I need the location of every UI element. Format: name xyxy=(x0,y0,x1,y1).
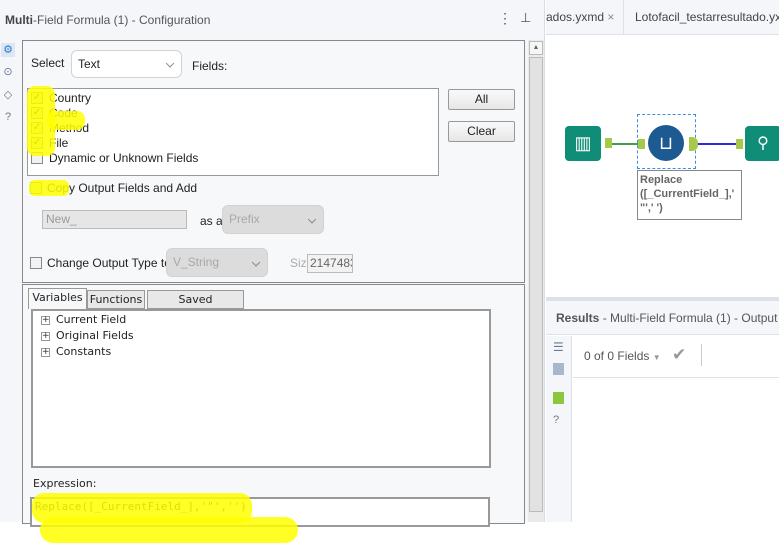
tree-item[interactable]: + Current Field xyxy=(41,313,126,326)
multi-field-formula-tool-icon[interactable]: ⊔ xyxy=(648,125,684,161)
connection xyxy=(698,143,736,145)
prefix-suffix-dropdown[interactable]: Prefix xyxy=(222,205,324,234)
expand-icon[interactable]: + xyxy=(41,347,50,357)
kebab-icon[interactable]: ⋮ xyxy=(498,10,512,27)
input-data-tool-icon[interactable]: ▥ xyxy=(565,126,601,161)
panel-title: Multi-Field Formula (1) - Configuration xyxy=(5,13,211,27)
select-label: Select xyxy=(31,56,65,70)
results-header: Results - Multi-Field Formula (1) - Outp… xyxy=(546,301,779,335)
browse-tool-icon[interactable]: ⚲ xyxy=(745,126,779,161)
size-input[interactable]: 2147483 xyxy=(307,254,353,273)
all-button[interactable]: All xyxy=(448,89,515,110)
scrollbar[interactable]: ▲ xyxy=(528,40,544,522)
input-anchor[interactable] xyxy=(638,139,645,149)
gear-icon[interactable]: ⚙ xyxy=(1,43,15,57)
help-icon[interactable]: ? xyxy=(553,414,559,426)
pin-icon[interactable]: ⊥ xyxy=(520,10,531,26)
select-type-dropdown[interactable]: Text xyxy=(71,50,182,78)
type-dropdown[interactable]: V_String xyxy=(166,248,268,277)
tab-variables[interactable]: Variables xyxy=(28,288,87,309)
expand-icon[interactable]: + xyxy=(41,331,50,341)
checkbox[interactable]: ✓ xyxy=(31,122,43,134)
copy-output-checkbox[interactable] xyxy=(30,182,42,194)
check-icon[interactable]: ✔ xyxy=(672,345,686,365)
results-title: Results - Multi-Field Formula (1) - Outp… xyxy=(556,311,778,325)
checkbox[interactable]: ✓ xyxy=(31,92,43,104)
output-anchor[interactable] xyxy=(689,137,698,151)
change-type-checkbox[interactable] xyxy=(30,257,42,269)
arrow-circle-icon[interactable]: ⊙ xyxy=(1,65,15,79)
tag-icon[interactable]: ◇ xyxy=(1,88,15,102)
output-anchor[interactable] xyxy=(605,138,612,148)
close-icon[interactable]: × xyxy=(607,10,614,24)
scroll-thumb[interactable] xyxy=(529,57,543,512)
tab-saved-expressions[interactable]: Saved Expressions xyxy=(147,290,244,324)
checkbox[interactable]: ✓ xyxy=(31,137,43,149)
tree-item[interactable]: + Original Fields xyxy=(41,329,134,342)
checkbox[interactable] xyxy=(31,152,43,164)
expression-editor[interactable]: Replace([_CurrentField_],'"','') xyxy=(30,497,490,527)
input-anchor[interactable] xyxy=(736,139,743,149)
expression-label: Expression: xyxy=(33,477,97,490)
prefix-input[interactable]: New_ xyxy=(42,210,187,229)
workflow-area: ados.yxmd × Lotofacil_testarresultado.yx… xyxy=(546,0,779,522)
tool-annotation: Replace ([_CurrentField_],' "',' ') xyxy=(637,170,742,220)
fields-list: ✓ Country ✓ Code ✓ Method ✓ File Dynamic or … xyxy=(27,88,439,176)
as-a-label: as a xyxy=(200,214,223,228)
fields-selector[interactable]: 0 of 0 Fields ▼ xyxy=(584,349,661,363)
tab-functions[interactable]: Functions xyxy=(87,290,145,309)
copy-output-label: Copy Output Fields and Add xyxy=(47,181,198,195)
configuration-panel: Multi-Field Formula (1) - Configuration … xyxy=(0,0,545,527)
tab-workflow-2[interactable]: Lotofacil_testarresultado.yxm xyxy=(635,10,779,24)
document-tabs: ados.yxmd × Lotofacil_testarresultado.yx… xyxy=(546,0,779,35)
list-icon[interactable]: ☰ xyxy=(553,340,564,354)
expand-icon[interactable]: + xyxy=(41,315,50,325)
anchor-icon[interactable] xyxy=(553,392,564,404)
checkbox[interactable]: ✓ xyxy=(31,107,43,119)
tab-workflow-1[interactable]: ados.yxmd × xyxy=(546,10,614,24)
scroll-up-arrow[interactable]: ▲ xyxy=(529,41,543,55)
sidebar-strip: ⚙ ⊙ ◇ ? xyxy=(0,40,18,522)
connection xyxy=(612,143,638,145)
tree-item[interactable]: + Constants xyxy=(41,345,111,358)
fields-label: Fields: xyxy=(192,59,228,73)
help-icon[interactable]: ? xyxy=(1,110,15,124)
metadata-icon[interactable] xyxy=(553,363,564,375)
change-type-label: Change Output Type to xyxy=(47,256,171,270)
clear-button[interactable]: Clear xyxy=(448,121,515,142)
results-sidebar: ☰ ? xyxy=(546,336,572,522)
variables-tree: + Current Field + Original Fields + Constan… xyxy=(31,309,491,468)
